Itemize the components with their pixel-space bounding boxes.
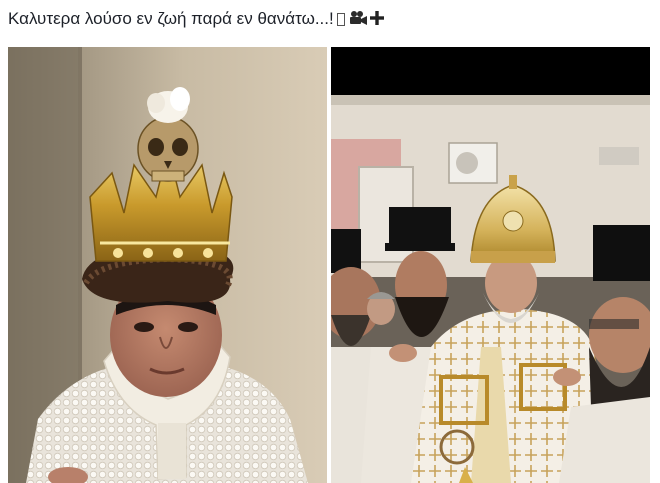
movie-camera-icon	[348, 10, 368, 29]
right-photo[interactable]	[331, 47, 650, 483]
cross-icon	[369, 10, 385, 29]
missing-glyph-box	[336, 12, 345, 26]
right-photo-illustration	[331, 47, 650, 483]
post-caption: Καλυτερα λούσο εν ζωή παρά εν θανάτω...!	[8, 6, 385, 32]
photo-grid	[8, 47, 650, 483]
caption-text: Καλυτερα λούσο εν ζωή παρά εν θανάτω...!	[8, 9, 334, 28]
left-photo[interactable]	[8, 47, 327, 483]
caption-emoji-group	[335, 10, 385, 29]
left-photo-illustration	[8, 47, 327, 483]
